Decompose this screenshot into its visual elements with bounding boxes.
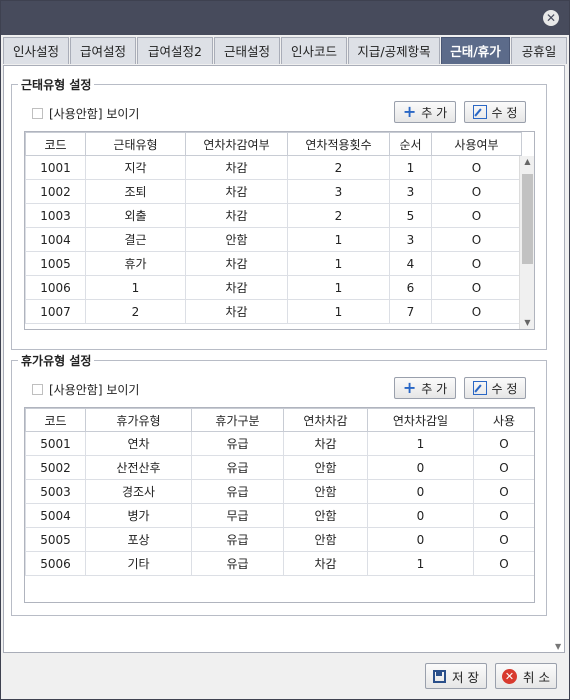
title-bar: ✕	[1, 1, 569, 35]
col-annual-count[interactable]: 연차적용횟수	[287, 132, 390, 156]
col-leave-type[interactable]: 휴가유형	[85, 408, 192, 432]
attendance-edit-button[interactable]: 수 정	[464, 101, 526, 123]
tab-payroll-settings[interactable]: 급여설정	[70, 37, 136, 64]
table-row[interactable]: 1002 조퇴 차감 3 3 O	[25, 179, 522, 204]
col-annual-deduct[interactable]: 연차차감	[283, 408, 368, 432]
table-row[interactable]: 5002 산전산후 유급 안함 0 O	[25, 455, 534, 480]
table-row[interactable]: 1007 2 차감 1 7 O	[25, 299, 522, 324]
col-annual-deduct[interactable]: 연차차감여부	[185, 132, 288, 156]
attendance-table: 코드 근태유형 연차차감여부 연차적용횟수 순서 사용여부 1001 지각 차감 2 1…	[25, 132, 522, 324]
close-icon[interactable]: ✕	[543, 10, 559, 26]
save-icon	[433, 669, 446, 683]
add-label: 추 가	[421, 381, 448, 396]
table-row[interactable]: 1005 휴가 차감 1 4 O	[25, 251, 522, 276]
scroll-up-icon[interactable]: ▲	[520, 156, 534, 168]
leave-header-row: 코드 휴가유형 휴가구분 연차차감 연차차감일 사용	[25, 408, 534, 432]
col-code[interactable]: 코드	[25, 132, 86, 156]
attendance-header-row: 코드 근태유형 연차차감여부 연차적용횟수 순서 사용여부	[25, 132, 522, 156]
show-unused-label: [사용안함] 보이기	[49, 107, 140, 121]
col-leave-category[interactable]: 휴가구분	[191, 408, 284, 432]
cancel-button[interactable]: ✕ 취 소	[495, 663, 557, 689]
show-unused-checkbox[interactable]	[32, 108, 43, 119]
add-label: 추 가	[421, 105, 448, 120]
attendance-type-group: 근태유형 설정 [사용안함] 보이기 + 추 가 수 정 코드 근태유형 연차차…	[11, 76, 547, 350]
plus-icon: +	[402, 102, 417, 121]
table-row[interactable]: 5005 포상 유급 안함 0 O	[25, 527, 534, 552]
scroll-down-icon[interactable]: ▼	[520, 317, 534, 329]
tab-pay-deduction-items[interactable]: 지급/공제항목	[348, 37, 440, 64]
table-row[interactable]: 1001 지각 차감 2 1 O	[25, 155, 522, 180]
leave-add-button[interactable]: + 추 가	[394, 377, 456, 399]
save-button[interactable]: 저 장	[425, 663, 487, 689]
edit-label: 수 정	[491, 381, 518, 396]
edit-icon	[472, 381, 487, 395]
tab-payroll-settings-2[interactable]: 급여설정2	[137, 37, 213, 64]
page-scroll-down-icon[interactable]: ▼	[555, 642, 561, 651]
leave-grid: 코드 휴가유형 휴가구분 연차차감 연차차감일 사용 5001 연차 유급 차감 1 O …	[24, 407, 535, 603]
save-label: 저 장	[452, 669, 479, 685]
leave-edit-button[interactable]: 수 정	[464, 377, 526, 399]
col-annual-deduct-days[interactable]: 연차차감일	[367, 408, 474, 432]
leave-type-group: 휴가유형 설정 [사용안함] 보이기 + 추 가 수 정 코드 휴가유형 휴가구…	[11, 352, 547, 616]
tab-attendance-leave[interactable]: 근태/휴가	[441, 37, 510, 64]
show-unused-checkbox[interactable]	[32, 384, 43, 395]
cancel-icon: ✕	[502, 668, 517, 684]
tab-hr-settings[interactable]: 인사설정	[3, 37, 69, 64]
attendance-scrollbar[interactable]: ▲ ▼	[519, 156, 534, 329]
show-unused-label: [사용안함] 보이기	[49, 383, 140, 397]
col-code[interactable]: 코드	[25, 408, 86, 432]
leave-show-unused[interactable]: [사용안함] 보이기	[32, 381, 139, 398]
tab-content: 근태유형 설정 [사용안함] 보이기 + 추 가 수 정 코드 근태유형 연차차…	[3, 65, 565, 653]
tab-hr-codes[interactable]: 인사코드	[281, 37, 347, 64]
edit-label: 수 정	[491, 105, 518, 120]
attendance-grid: 코드 근태유형 연차차감여부 연차적용횟수 순서 사용여부 1001 지각 차감 2 1…	[24, 131, 535, 330]
col-in-use[interactable]: 사용	[473, 408, 534, 432]
table-row[interactable]: 1003 외출 차감 2 5 O	[25, 203, 522, 228]
attendance-show-unused[interactable]: [사용안함] 보이기	[32, 105, 139, 122]
settings-window: ✕ 인사설정 급여설정 급여설정2 근태설정 인사코드 지급/공제항목 근태/휴…	[0, 0, 570, 700]
tab-bar: 인사설정 급여설정 급여설정2 근태설정 인사코드 지급/공제항목 근태/휴가 …	[3, 37, 569, 65]
table-row[interactable]: 5003 경조사 유급 안함 0 O	[25, 479, 534, 504]
leave-table: 코드 휴가유형 휴가구분 연차차감 연차차감일 사용 5001 연차 유급 차감 1 O …	[25, 408, 534, 576]
leave-group-title: 휴가유형 설정	[18, 352, 95, 369]
table-row[interactable]: 5006 기타 유급 차감 1 O	[25, 551, 534, 576]
tab-attendance-settings[interactable]: 근태설정	[214, 37, 280, 64]
attendance-group-title: 근태유형 설정	[18, 76, 95, 93]
edit-icon	[472, 105, 487, 119]
table-row[interactable]: 1004 결근 안함 1 3 O	[25, 227, 522, 252]
tab-holidays[interactable]: 공휴일	[511, 37, 567, 64]
col-in-use[interactable]: 사용여부	[431, 132, 522, 156]
table-row[interactable]: 1006 1 차감 1 6 O	[25, 275, 522, 300]
plus-icon: +	[402, 378, 417, 397]
col-attendance-type[interactable]: 근태유형	[85, 132, 186, 156]
table-row[interactable]: 5004 병가 무급 안함 0 O	[25, 503, 534, 528]
col-order[interactable]: 순서	[389, 132, 432, 156]
scroll-thumb[interactable]	[522, 174, 533, 264]
cancel-label: 취 소	[523, 669, 550, 685]
table-row[interactable]: 5001 연차 유급 차감 1 O	[25, 431, 534, 456]
attendance-add-button[interactable]: + 추 가	[394, 101, 456, 123]
